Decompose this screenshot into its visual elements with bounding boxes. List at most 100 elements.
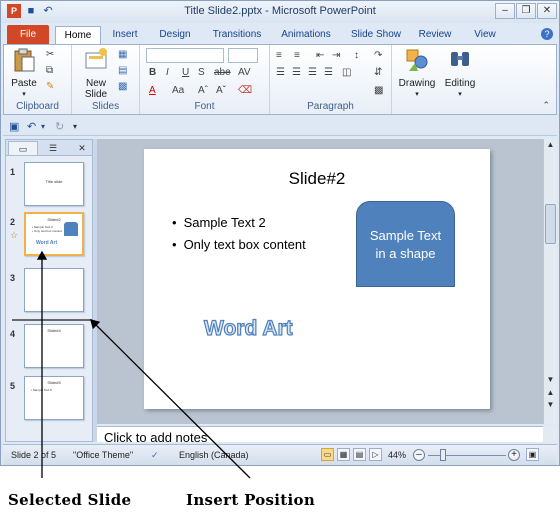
paragraph-group: ≡ ≡ ⇤ ⇥ ↕ ↷ ☰ ☰ ☰ ☰ ◫ ⇵ ▩ Paragraph <box>270 45 392 114</box>
bullet-item[interactable]: Sample Text 2 <box>172 215 266 230</box>
new-slide-button[interactable]: New Slide <box>78 47 114 100</box>
font-family-combo[interactable] <box>146 48 224 63</box>
thumb-number: 1 <box>10 167 16 177</box>
increase-indent-icon[interactable]: ⇥ <box>332 50 340 61</box>
normal-view-button[interactable]: ▭ <box>321 448 334 461</box>
editing-group: Editing ▾ <box>440 45 480 114</box>
cut-icon[interactable]: ✂ <box>46 49 54 60</box>
change-case-button[interactable]: Aa <box>172 85 184 96</box>
ribbon-tabs: File Home Insert Design Transitions Anim… <box>1 23 559 44</box>
section-icon[interactable]: ▩ <box>118 81 127 92</box>
reading-view-button[interactable]: ▤ <box>353 448 366 461</box>
redo-icon[interactable]: ↻ <box>55 120 64 133</box>
layout-icon[interactable]: ▦ <box>118 49 127 60</box>
thumb-number: 3 <box>10 273 16 283</box>
slide-title[interactable]: Slide#2 <box>144 169 490 189</box>
restore-button[interactable]: ❐ <box>516 3 536 19</box>
slide-sorter-button[interactable]: ▦ <box>337 448 350 461</box>
drawing-button[interactable]: Drawing ▾ <box>396 47 438 100</box>
notes-pane[interactable]: Click to add notes <box>97 426 543 442</box>
reset-icon[interactable]: ▤ <box>118 65 127 76</box>
align-left-icon[interactable]: ☰ <box>276 67 285 78</box>
wordart-text[interactable]: Word Art <box>203 316 293 341</box>
slide-thumbnail-5[interactable]: Slide#5 • Sample Text 5 <box>24 376 84 420</box>
tab-slide-show[interactable]: Slide Show <box>347 26 405 44</box>
scroll-up-icon[interactable]: ▲ <box>544 139 557 151</box>
customize-qat-icon[interactable]: ▾ <box>73 122 77 131</box>
font-color-button[interactable]: A <box>149 85 156 96</box>
text-shadow-button[interactable]: S <box>198 67 205 78</box>
smartart-icon[interactable]: ▩ <box>374 85 383 96</box>
scroll-thumb[interactable] <box>545 204 556 244</box>
text-direction-icon[interactable]: ↷ <box>374 50 382 61</box>
thumb-title: Slide#5 <box>47 380 61 385</box>
align-right-icon[interactable]: ☰ <box>308 67 317 78</box>
binoculars-icon <box>451 52 469 66</box>
char-spacing-icon[interactable]: AV <box>238 67 251 78</box>
slide-thumbnail-2[interactable]: Slide#2 • Sample Text 2 • Only text box … <box>24 212 84 256</box>
bullet-item[interactable]: Only text box content <box>172 237 306 252</box>
underline-button[interactable]: U <box>182 67 189 78</box>
save-icon[interactable]: ▣ <box>9 120 19 133</box>
slide-canvas[interactable]: Slide#2 Sample Text 2 Only text box cont… <box>144 149 490 409</box>
text-shape[interactable]: Sample Text in a shape <box>356 201 455 287</box>
columns-icon[interactable]: ◫ <box>342 67 351 78</box>
tab-file[interactable]: File <box>7 25 49 44</box>
strikethrough-button[interactable]: abe <box>214 67 231 78</box>
font-size-combo[interactable] <box>228 48 258 63</box>
slide-thumbnail-3[interactable] <box>24 268 84 312</box>
theme-name[interactable]: "Office Theme" <box>73 450 133 460</box>
help-icon[interactable]: ? <box>541 28 553 40</box>
tab-design[interactable]: Design <box>153 26 197 44</box>
bold-button[interactable]: B <box>149 67 156 78</box>
paste-button[interactable]: Paste ▾ <box>8 47 40 100</box>
slides-pane: ▭ ☰ ✕ 1 Title slide 2 ☆ Slide#2 • Sample… <box>5 139 93 442</box>
clear-format-icon[interactable]: ⌫ <box>238 85 252 96</box>
zoom-in-icon[interactable]: + <box>508 449 520 461</box>
tab-outline-view[interactable]: ☰ <box>40 141 66 155</box>
tab-view[interactable]: View <box>467 26 503 44</box>
paste-icon <box>14 48 35 72</box>
close-pane-icon[interactable]: ✕ <box>76 141 88 155</box>
slide-thumbnail-1[interactable]: Title slide <box>24 162 84 206</box>
minimize-button[interactable]: – <box>495 3 515 19</box>
undo-dropdown-icon[interactable]: ▾ <box>41 122 45 131</box>
collapse-ribbon-icon[interactable]: ⌃ <box>542 100 550 111</box>
justify-icon[interactable]: ☰ <box>324 67 333 78</box>
scroll-down-icon[interactable]: ▼ <box>544 374 557 386</box>
zoom-out-icon[interactable]: – <box>413 449 425 461</box>
close-button[interactable]: ✕ <box>537 3 557 19</box>
tab-slides-view[interactable]: ▭ <box>8 141 38 155</box>
spellcheck-icon[interactable]: ✓ <box>151 450 159 461</box>
align-center-icon[interactable]: ☰ <box>292 67 301 78</box>
copy-icon[interactable]: ⧉ <box>46 65 53 76</box>
tab-transitions[interactable]: Transitions <box>205 26 269 44</box>
editing-button[interactable]: Editing ▾ <box>440 47 480 100</box>
language-indicator[interactable]: English (Canada) <box>179 450 249 460</box>
line-spacing-icon[interactable]: ↕ <box>354 50 359 61</box>
tab-insert[interactable]: Insert <box>105 26 145 44</box>
vertical-scrollbar[interactable]: ▲ ▼ ▲ ▼ <box>543 139 557 424</box>
slideshow-button[interactable]: ▷ <box>369 448 382 461</box>
undo-icon[interactable]: ↶ <box>27 120 36 133</box>
slide-thumbnail-4[interactable]: Slide#4 <box>24 324 84 368</box>
numbering-icon[interactable]: ≡ <box>294 50 300 61</box>
italic-button[interactable]: I <box>166 67 169 78</box>
next-slide-icon[interactable]: ▼ <box>544 399 557 411</box>
previous-slide-icon[interactable]: ▲ <box>544 387 557 399</box>
tab-review[interactable]: Review <box>413 26 457 44</box>
shape-text-line: in a shape <box>375 246 436 261</box>
notes-scrollbar[interactable] <box>543 426 557 442</box>
zoom-slider-knob[interactable] <box>440 449 446 461</box>
format-painter-icon[interactable]: ✎ <box>46 81 54 92</box>
shrink-font-icon[interactable]: Aˇ <box>216 85 226 96</box>
decrease-indent-icon[interactable]: ⇤ <box>316 50 324 61</box>
slides-group: New Slide ▦ ▤ ▩ Slides <box>72 45 140 114</box>
grow-font-icon[interactable]: Aˆ <box>198 85 208 96</box>
tab-animations[interactable]: Animations <box>275 26 337 44</box>
fit-to-window-icon[interactable]: ▣ <box>526 448 539 461</box>
align-text-icon[interactable]: ⇵ <box>374 67 382 78</box>
bullets-icon[interactable]: ≡ <box>276 50 282 61</box>
tab-home[interactable]: Home <box>55 26 101 44</box>
zoom-level[interactable]: 44% <box>388 450 406 460</box>
